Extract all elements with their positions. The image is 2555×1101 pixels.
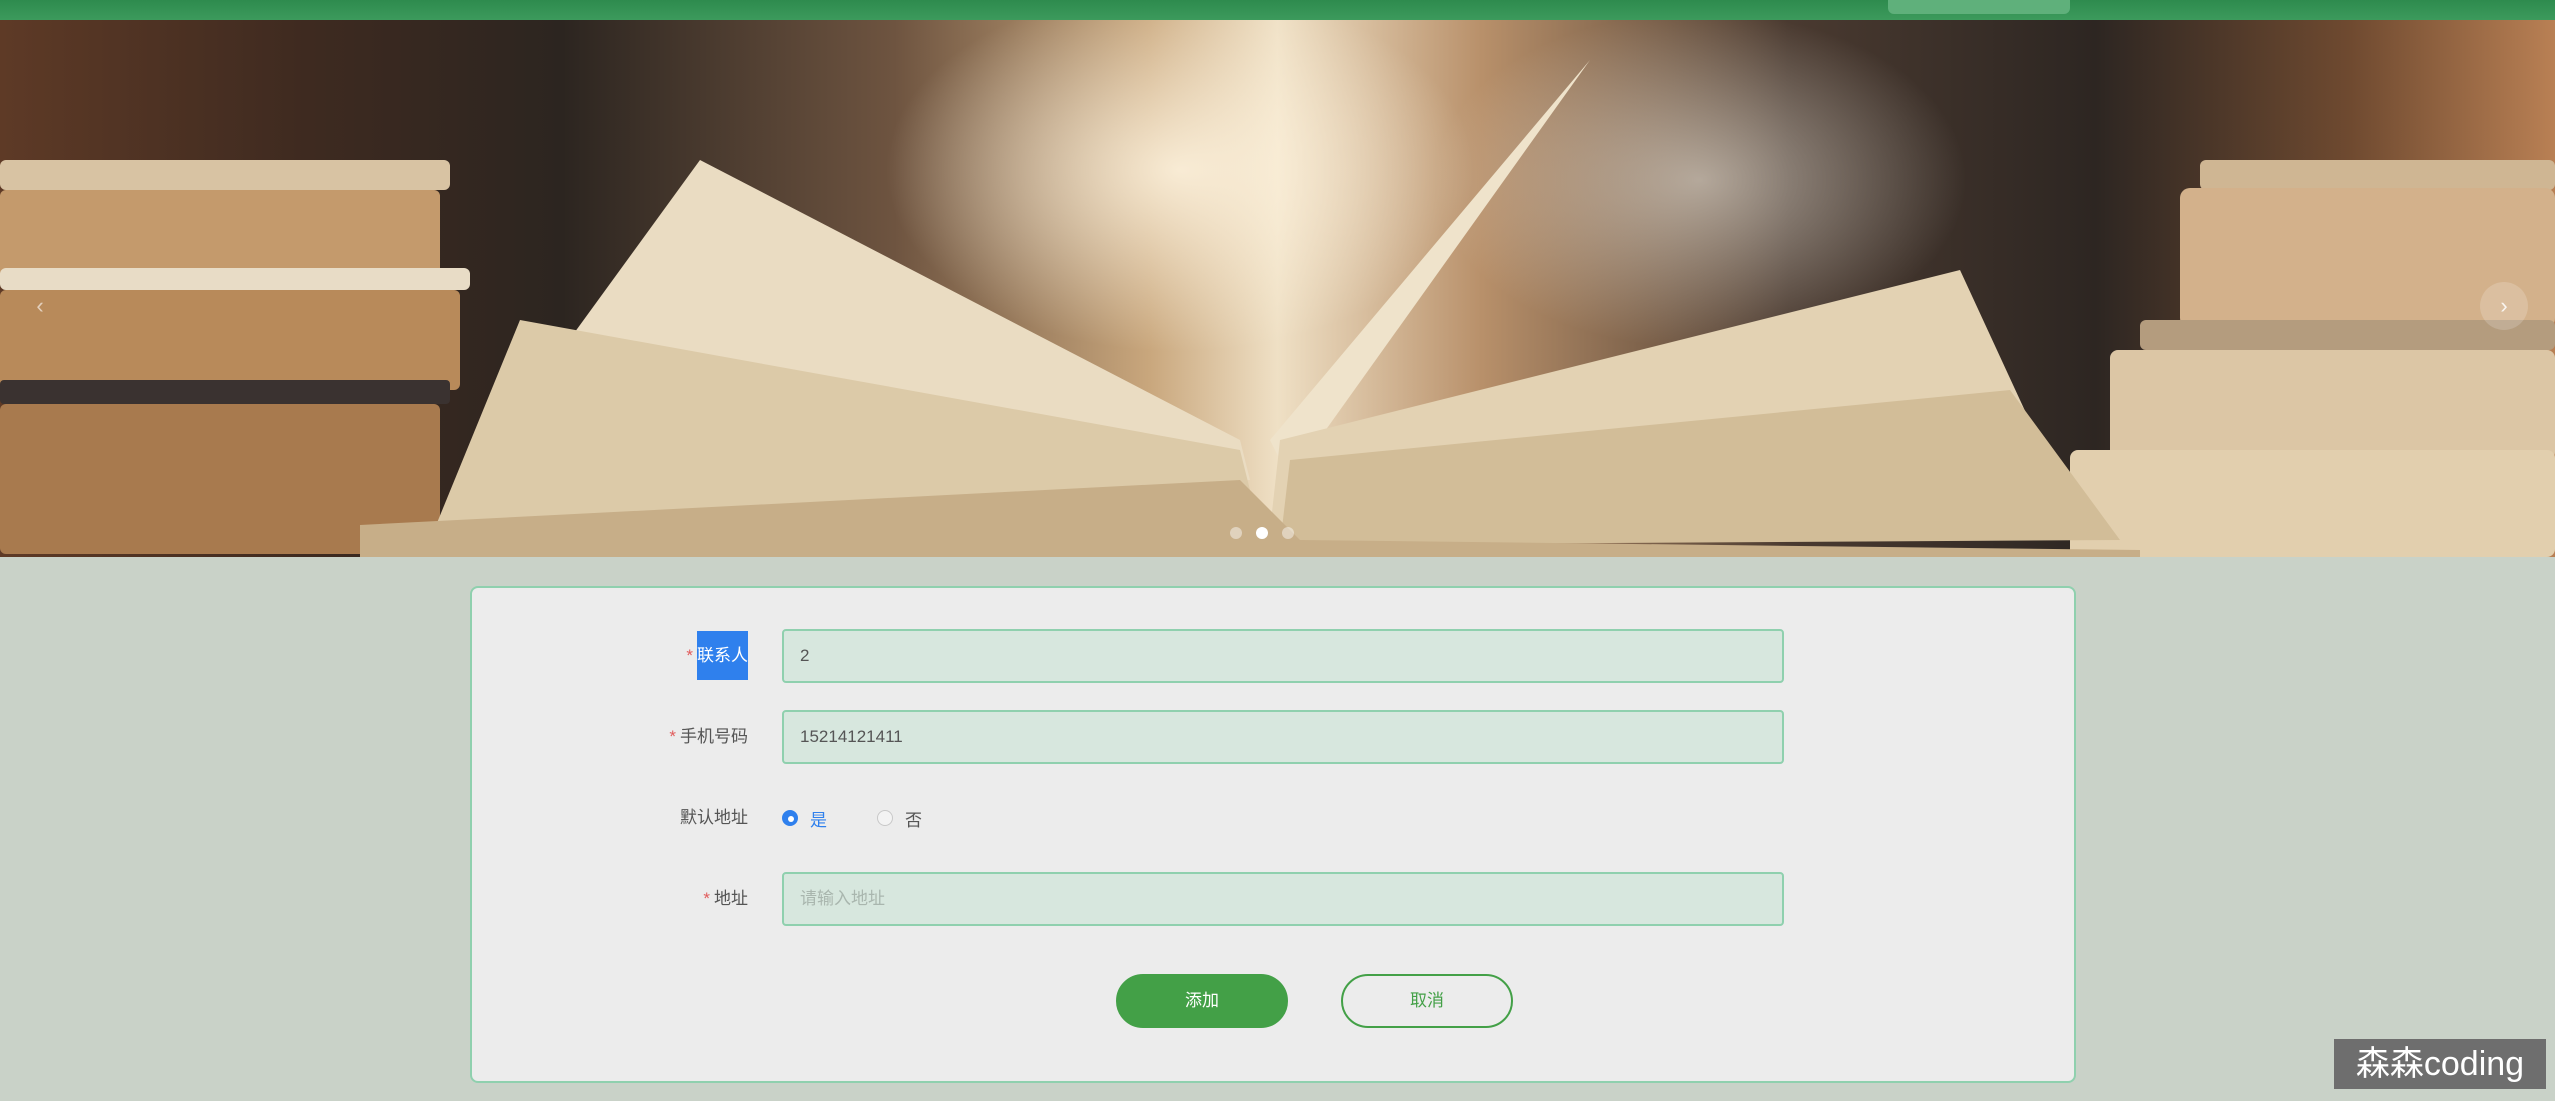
default-address-no-radio[interactable]: 否: [877, 806, 922, 831]
default-address-row: 默认地址 是 否: [472, 791, 2074, 845]
phone-label: * 手机号码: [669, 710, 748, 764]
open-book: [360, 60, 2140, 557]
contact-row: * 联系人 2: [472, 629, 2074, 683]
contact-label: * 联系人: [686, 629, 748, 683]
required-star: *: [686, 646, 693, 665]
address-label: * 地址: [703, 872, 748, 926]
default-address-radio-group: 是 否: [782, 791, 972, 845]
required-star: *: [703, 889, 710, 908]
phone-label-text: 手机号码: [680, 727, 748, 746]
carousel-dot[interactable]: [1230, 527, 1242, 539]
nav-active-item[interactable]: [1888, 0, 2070, 14]
watermark: 森森coding: [2334, 1039, 2546, 1089]
top-nav-bar: [0, 0, 2555, 20]
carousel-banner: ‹ ›: [0, 20, 2555, 557]
books-illustration: [0, 60, 2555, 557]
carousel-prev-button[interactable]: ‹: [16, 282, 64, 330]
carousel-next-button[interactable]: ›: [2480, 282, 2528, 330]
required-star: *: [669, 727, 676, 746]
carousel-dot-active[interactable]: [1256, 527, 1268, 539]
phone-row: * 手机号码 15214121411: [472, 710, 2074, 764]
radio-checked-icon: [782, 810, 798, 826]
default-address-yes-radio[interactable]: 是: [782, 806, 827, 831]
default-address-label: 默认地址: [680, 808, 748, 827]
radio-label-no: 否: [905, 810, 922, 830]
contact-input[interactable]: 2: [782, 629, 1784, 683]
carousel-indicators: [1230, 525, 1294, 541]
cancel-button[interactable]: 取消: [1341, 974, 1513, 1028]
phone-input[interactable]: 15214121411: [782, 710, 1784, 764]
address-row: * 地址 请输入地址: [472, 872, 2074, 926]
address-input[interactable]: 请输入地址: [782, 872, 1784, 926]
add-button[interactable]: 添加: [1116, 974, 1288, 1028]
contact-label-text: 联系人: [697, 631, 748, 680]
address-label-text: 地址: [714, 889, 748, 908]
left-book-stack: [0, 160, 470, 554]
radio-label-yes: 是: [810, 810, 827, 830]
right-book-stack: [2070, 160, 2555, 557]
radio-unchecked-icon: [877, 810, 893, 826]
carousel-dot[interactable]: [1282, 527, 1294, 539]
